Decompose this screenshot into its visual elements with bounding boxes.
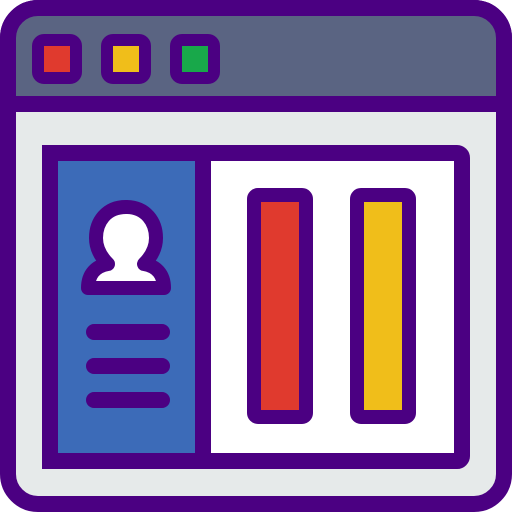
maximize-dot-icon[interactable] (170, 34, 220, 84)
bar-red (247, 188, 313, 424)
browser-window-icon (0, 0, 512, 512)
title-bar (0, 0, 512, 112)
close-dot-icon[interactable] (32, 34, 82, 84)
bar-yellow (350, 188, 416, 424)
browser-window-illustration (0, 0, 512, 512)
minimize-dot-icon[interactable] (101, 34, 151, 84)
sidebar (42, 145, 211, 469)
user-avatar-icon (81, 200, 171, 295)
